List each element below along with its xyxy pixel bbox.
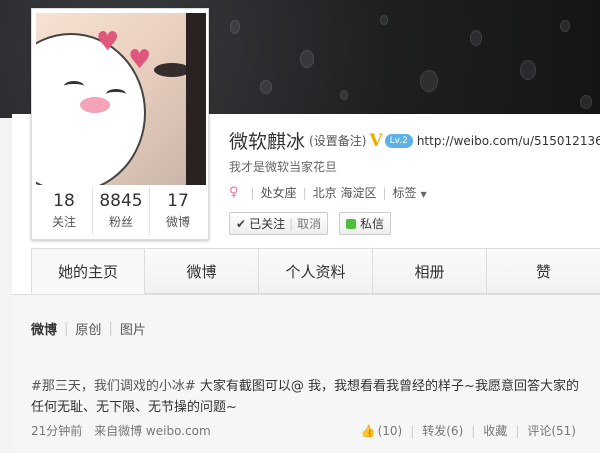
comment-button[interactable]: 评论(51) [527,422,576,439]
post-actions: 👍 (10) | 转发(6) | 收藏 | 评论(51) [361,422,576,439]
female-icon: ♀ [229,185,239,200]
post-info: 21分钟前 来自微博 weibo.com [31,422,211,439]
avatar[interactable]: ♥ ♥ [36,13,206,185]
check-icon: ✔ [236,216,247,231]
tab-profile-info[interactable]: 个人资料 [259,248,373,294]
divider: | [410,423,415,438]
divider: | [250,185,255,200]
divider: | [108,321,113,336]
stat-number: 18 [53,191,75,211]
location-link[interactable]: 北京 海淀区 [313,184,377,201]
divider: | [289,216,294,231]
stat-followers[interactable]: 8845 粉丝 [93,187,150,235]
favorite-button[interactable]: 收藏 [483,422,507,439]
like-count: (10) [377,423,403,438]
hashtag-link[interactable]: #那三天，我们调戏的小冰# [31,379,196,394]
filter-images[interactable]: 图片 [120,319,146,338]
divider: | [382,185,387,200]
constellation-link[interactable]: 处女座 [261,184,297,201]
tab-home[interactable]: 她的主页 [31,248,145,294]
feed-filter: 微博 | 原创 | 图片 [31,319,146,338]
stat-following[interactable]: 18 关注 [36,187,93,235]
message-icon [346,218,356,229]
profile-url-link[interactable]: http://weibo.com/u/5150121363 [417,134,600,148]
divider: | [302,185,307,200]
unfollow-button[interactable]: 取消 [297,215,321,232]
avatar-card: ♥ ♥ 18 关注 8845 粉丝 17 微博 [31,8,209,240]
caret-down-icon: ▼ [420,190,427,199]
verified-icon[interactable]: V [369,131,382,151]
like-button[interactable]: 👍 (10) [361,424,403,438]
repost-button[interactable]: 转发(6) [422,422,463,439]
post-content: #那三天，我们调戏的小冰# 大家有截图可以@ 我，我想看看我曾经的样子~我愿意回… [31,376,591,418]
tab-weibo[interactable]: 微博 [145,248,259,294]
tags-dropdown[interactable]: 标签 ▼ [393,184,427,201]
profile-name: 微软麒冰 [229,131,306,153]
stat-posts[interactable]: 17 微博 [150,187,206,235]
name-row: 微软麒冰 (设置备注) V Lv.2 http://weibo.com/u/51… [229,127,600,154]
filter-weibo[interactable]: 微博 [31,319,57,338]
post-time[interactable]: 21分钟前 [31,424,82,438]
profile-stats: 18 关注 8845 粉丝 17 微博 [36,187,206,235]
private-message-button[interactable]: 私信 [339,212,392,235]
stat-label: 关注 [51,215,76,229]
filter-original[interactable]: 原创 [75,319,101,338]
tags-label: 标签 [392,186,417,200]
follow-status-button[interactable]: ✔ 已关注 | 取消 [229,212,329,235]
post-meta: 21分钟前 来自微博 weibo.com 👍 (10) | 转发(6) | 收藏 … [31,422,576,439]
tab-album[interactable]: 相册 [373,248,487,294]
divider: | [64,321,69,336]
set-remark-link[interactable]: (设置备注) [309,132,366,149]
message-label: 私信 [360,217,385,231]
profile-tabs: 她的主页 微博 个人资料 相册 赞 [31,248,600,294]
post-source[interactable]: 来自微博 weibo.com [94,424,211,438]
level-badge[interactable]: Lv.2 [384,133,413,148]
thumbs-up-icon: 👍 [360,423,376,438]
stat-number: 17 [167,191,189,211]
stat-label: 粉丝 [108,215,133,229]
tab-likes[interactable]: 赞 [487,248,600,294]
stat-number: 8845 [99,191,143,211]
divider: | [515,423,520,438]
profile-info-row: ♀ | 处女座 | 北京 海淀区 | 标签 ▼ [229,184,427,201]
stat-label: 微博 [165,215,190,229]
divider: | [471,423,476,438]
followed-label: 已关注 [249,217,286,231]
profile-description: 我才是微软当家花旦 [229,160,338,174]
